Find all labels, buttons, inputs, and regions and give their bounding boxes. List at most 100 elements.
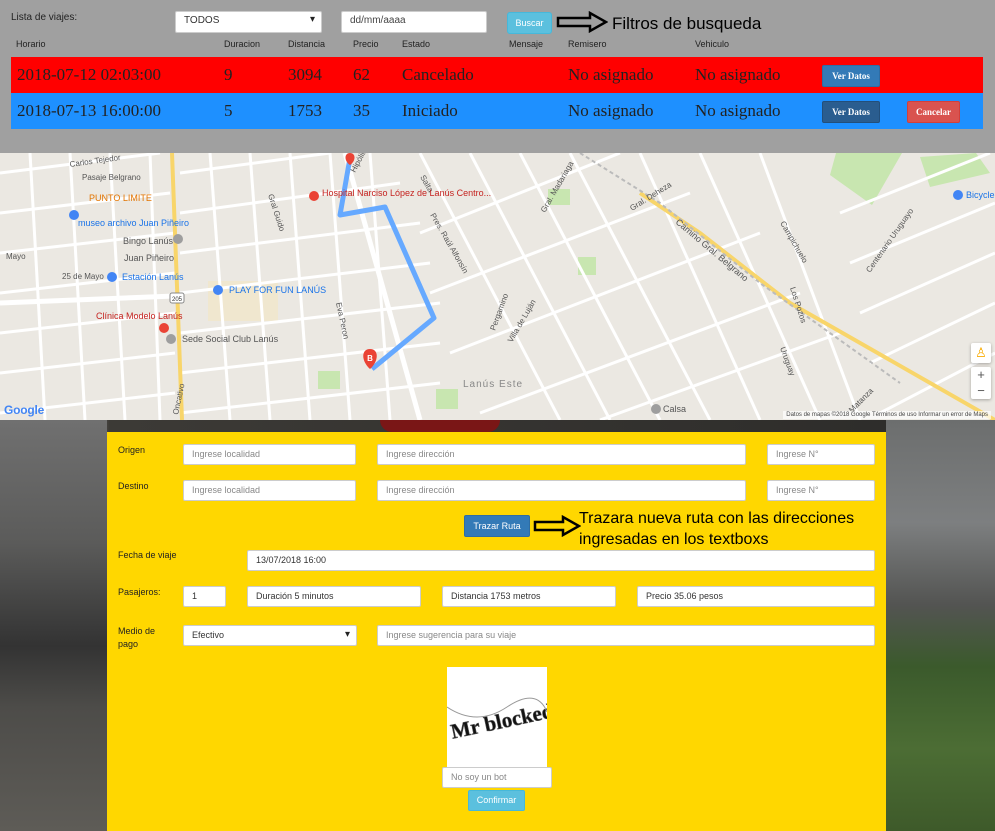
svg-text:Gral. Madariaga: Gral. Madariaga bbox=[539, 159, 576, 214]
origin-locality-input[interactable]: Ingrese localidad bbox=[183, 444, 356, 465]
zoom-in-button[interactable]: + bbox=[971, 367, 991, 383]
svg-text:Mayo: Mayo bbox=[6, 252, 26, 261]
cell-remisero: No asignado bbox=[568, 65, 654, 84]
svg-text:Bingo Lanús: Bingo Lanús bbox=[123, 236, 174, 246]
cancel-trip-button[interactable]: Cancelar bbox=[907, 101, 960, 123]
new-trip-form: Origen Ingrese localidad Ingrese direcci… bbox=[107, 432, 886, 831]
payment-label: Medio de pago bbox=[118, 626, 156, 649]
map-avenue bbox=[0, 293, 176, 306]
cell-estado: Cancelado bbox=[402, 65, 474, 84]
svg-text:Carlos Tejedor: Carlos Tejedor bbox=[69, 153, 122, 169]
header-distancia: Distancia bbox=[288, 39, 326, 49]
cell-distancia: 1753 bbox=[288, 101, 322, 120]
svg-text:Mr blocked: Mr blocked bbox=[449, 698, 547, 743]
search-button[interactable]: Buscar bbox=[507, 12, 552, 34]
status-filter-value: TODOS bbox=[184, 15, 220, 26]
suggestion-input[interactable]: Ingrese sugerencia para su viaje bbox=[377, 625, 875, 646]
cell-remisero: No asignado bbox=[568, 101, 654, 120]
origin-address-input[interactable]: Ingrese dirección bbox=[377, 444, 746, 465]
date-label: Fecha de viaje bbox=[118, 550, 177, 560]
svg-text:Pasaje Belgrano: Pasaje Belgrano bbox=[82, 173, 141, 182]
draw-route-button[interactable]: Trazar Ruta bbox=[464, 515, 530, 537]
captcha-image: Mr blocked bbox=[447, 667, 547, 768]
arrow-right-icon bbox=[533, 515, 581, 537]
background-street-right bbox=[886, 420, 995, 831]
cell-precio: 35 bbox=[353, 101, 370, 120]
header-estado: Estado bbox=[402, 39, 431, 49]
svg-text:Hospital Narciso López de Lanú: Hospital Narciso López de Lanús Centro..… bbox=[322, 188, 491, 198]
map-park bbox=[436, 389, 458, 409]
svg-text:Campichuelo: Campichuelo bbox=[778, 220, 809, 265]
payment-method-select[interactable]: Efectivo ▾ bbox=[183, 625, 357, 646]
svg-text:Clínica Modelo Lanús: Clínica Modelo Lanús bbox=[96, 311, 183, 321]
background-red-car bbox=[380, 420, 500, 432]
svg-text:Juan Piñeiro: Juan Piñeiro bbox=[124, 253, 174, 263]
arrow-right-icon bbox=[556, 11, 608, 33]
cell-precio: 62 bbox=[353, 65, 370, 84]
trip-list-label: Lista de viajes: bbox=[11, 12, 78, 23]
confirm-button[interactable]: Confirmar bbox=[468, 790, 525, 811]
route-callout: Trazara nueva ruta con las direcciones i… bbox=[579, 510, 855, 548]
captcha-graphic: Mr blocked bbox=[447, 697, 547, 744]
header-mensaje: Mensaje bbox=[509, 39, 544, 49]
origin-label: Origen bbox=[118, 445, 146, 455]
header-horario: Horario bbox=[16, 39, 46, 49]
header-precio: Precio bbox=[353, 39, 379, 49]
svg-text:25 de Mayo: 25 de Mayo bbox=[62, 272, 104, 281]
trip-date-input[interactable]: 13/07/2018 16:00 bbox=[247, 550, 875, 571]
pegman-icon[interactable]: ♙ bbox=[971, 343, 991, 363]
route-shield-icon: 205 bbox=[169, 292, 185, 304]
zoom-controls: + − bbox=[971, 367, 991, 399]
svg-text:Bicycle Shop: Bicycle Shop bbox=[966, 190, 995, 200]
map-canvas[interactable]: B Gral Guido Salta Hipólito Yrigoyen Gra… bbox=[0, 153, 995, 420]
header-vehiculo: Vehiculo bbox=[695, 39, 730, 49]
trip-list-panel: Lista de viajes: TODOS ▾ dd/mm/aaaa Busc… bbox=[0, 0, 995, 153]
duration-field: Duración 5 minutos bbox=[247, 586, 421, 607]
destination-address-input[interactable]: Ingrese dirección bbox=[377, 480, 746, 501]
captcha-input[interactable]: No soy un bot bbox=[442, 767, 552, 788]
svg-text:Calsa: Calsa bbox=[663, 404, 686, 414]
price-field: Precio 35.06 pesos bbox=[637, 586, 875, 607]
map-attribution[interactable]: Datos de mapas ©2018 Google Términos de … bbox=[783, 411, 991, 419]
chevron-down-icon: ▾ bbox=[344, 629, 350, 640]
table-row: 2018-07-13 16:00:00 5 1753 35 Iniciado N… bbox=[11, 93, 983, 129]
map-park bbox=[830, 153, 902, 205]
origin-number-input[interactable]: Ingrese N° bbox=[767, 444, 875, 465]
passengers-input[interactable]: 1 bbox=[183, 586, 226, 607]
destination-locality-input[interactable]: Ingrese localidad bbox=[183, 480, 356, 501]
zoom-out-button[interactable]: − bbox=[971, 383, 991, 399]
svg-text:Eva Peron: Eva Peron bbox=[334, 302, 351, 340]
svg-text:Estación Lanús: Estación Lanús bbox=[122, 272, 184, 282]
table-row: 2018-07-12 02:03:00 9 3094 62 Cancelado … bbox=[11, 57, 983, 93]
svg-text:Oncativo: Oncativo bbox=[171, 382, 186, 415]
cell-duracion: 9 bbox=[224, 65, 233, 84]
filters-callout: Filtros de busqueda bbox=[612, 14, 762, 33]
cell-estado: Iniciado bbox=[402, 101, 458, 120]
header-duracion: Duracion bbox=[224, 39, 261, 49]
distance-field: Distancia 1753 metros bbox=[442, 586, 616, 607]
map-park bbox=[318, 371, 340, 389]
route-map[interactable]: B Gral Guido Salta Hipólito Yrigoyen Gra… bbox=[0, 153, 995, 420]
svg-text:205: 205 bbox=[172, 297, 183, 303]
destination-label: Destino bbox=[118, 481, 149, 491]
destination-number-input[interactable]: Ingrese N° bbox=[767, 480, 875, 501]
cell-horario: 2018-07-13 16:00:00 bbox=[17, 101, 162, 120]
marker-b-label: B bbox=[367, 354, 373, 363]
svg-text:museo archivo Juan Piñeiro: museo archivo Juan Piñeiro bbox=[78, 218, 189, 228]
view-details-button[interactable]: Ver Datos bbox=[822, 65, 880, 87]
date-filter-placeholder: dd/mm/aaaa bbox=[350, 15, 406, 26]
cell-horario: 2018-07-12 02:03:00 bbox=[17, 65, 162, 84]
passengers-label: Pasajeros: bbox=[118, 587, 161, 597]
status-filter-select[interactable]: TODOS ▾ bbox=[175, 11, 322, 33]
google-logo: Google bbox=[4, 403, 45, 417]
payment-method-value: Efectivo bbox=[192, 630, 225, 640]
chevron-down-icon: ▾ bbox=[309, 14, 315, 25]
svg-text:Pergamino: Pergamino bbox=[488, 292, 510, 332]
cell-distancia: 3094 bbox=[288, 65, 322, 84]
date-filter-input[interactable]: dd/mm/aaaa bbox=[341, 11, 487, 33]
cell-duracion: 5 bbox=[224, 101, 233, 120]
view-details-button[interactable]: Ver Datos bbox=[822, 101, 880, 123]
cell-vehiculo: No asignado bbox=[695, 65, 781, 84]
cell-vehiculo: No asignado bbox=[695, 101, 781, 120]
svg-text:Sede Social Club Lanús: Sede Social Club Lanús bbox=[182, 334, 279, 344]
